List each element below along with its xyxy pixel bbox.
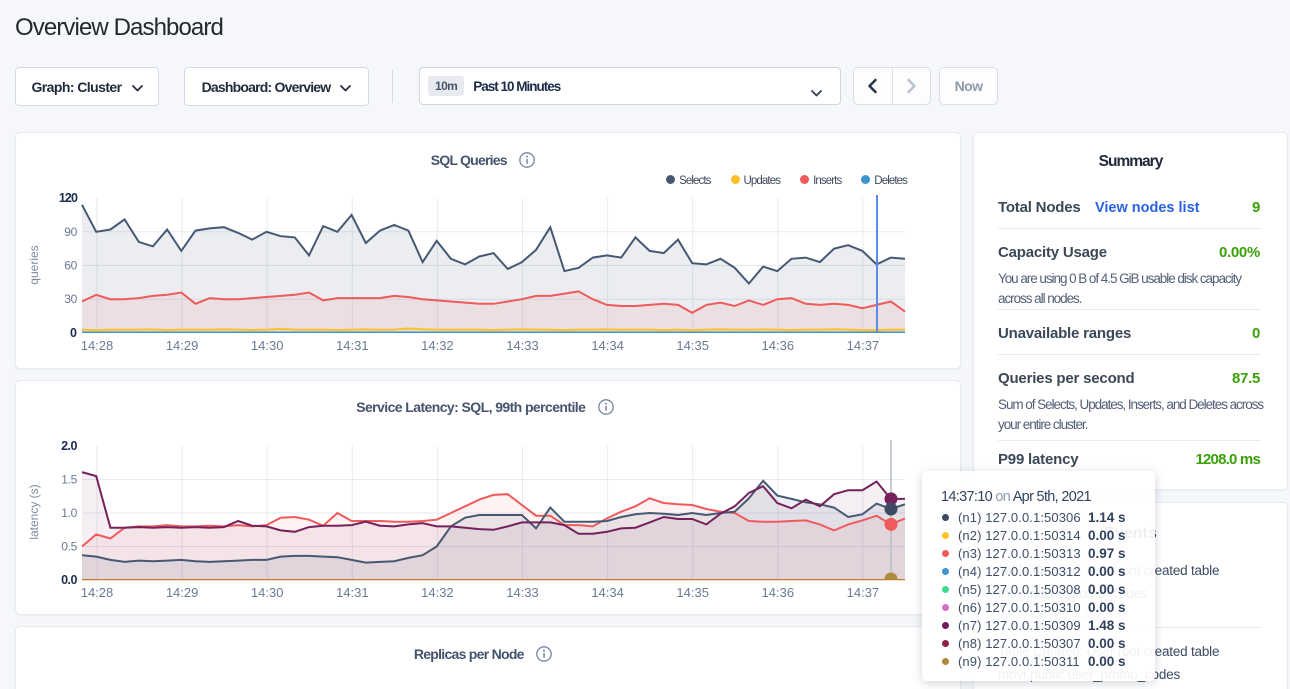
svg-text:14:36: 14:36	[762, 585, 795, 600]
svg-text:30: 30	[64, 292, 77, 306]
svg-text:120: 120	[59, 191, 78, 205]
svg-text:60: 60	[64, 259, 77, 273]
svg-text:14:35: 14:35	[676, 338, 709, 353]
svg-text:2.0: 2.0	[61, 439, 77, 453]
svg-text:queries: queries	[27, 245, 41, 284]
svg-text:0.5: 0.5	[61, 540, 77, 554]
svg-text:14:34: 14:34	[591, 585, 624, 600]
svg-text:14:28: 14:28	[81, 338, 114, 353]
svg-text:14:32: 14:32	[421, 585, 454, 600]
svg-text:14:31: 14:31	[336, 338, 369, 353]
svg-text:14:33: 14:33	[506, 338, 539, 353]
svg-text:14:32: 14:32	[421, 338, 454, 353]
svg-text:90: 90	[64, 225, 77, 239]
svg-text:14:37: 14:37	[847, 585, 880, 600]
svg-text:0.0: 0.0	[61, 573, 77, 587]
svg-text:14:30: 14:30	[251, 585, 284, 600]
svg-text:14:29: 14:29	[166, 338, 199, 353]
svg-text:latency (s): latency (s)	[27, 484, 41, 539]
svg-text:14:28: 14:28	[81, 585, 114, 600]
svg-text:0: 0	[70, 326, 77, 340]
svg-text:14:33: 14:33	[506, 585, 539, 600]
svg-text:14:31: 14:31	[336, 585, 369, 600]
svg-text:14:36: 14:36	[762, 338, 795, 353]
svg-text:14:30: 14:30	[251, 338, 284, 353]
svg-text:14:29: 14:29	[166, 585, 199, 600]
svg-text:14:34: 14:34	[591, 338, 624, 353]
svg-text:14:37: 14:37	[847, 338, 880, 353]
svg-text:1.0: 1.0	[61, 506, 77, 520]
svg-text:14:35: 14:35	[676, 585, 709, 600]
svg-text:1.5: 1.5	[61, 473, 77, 487]
